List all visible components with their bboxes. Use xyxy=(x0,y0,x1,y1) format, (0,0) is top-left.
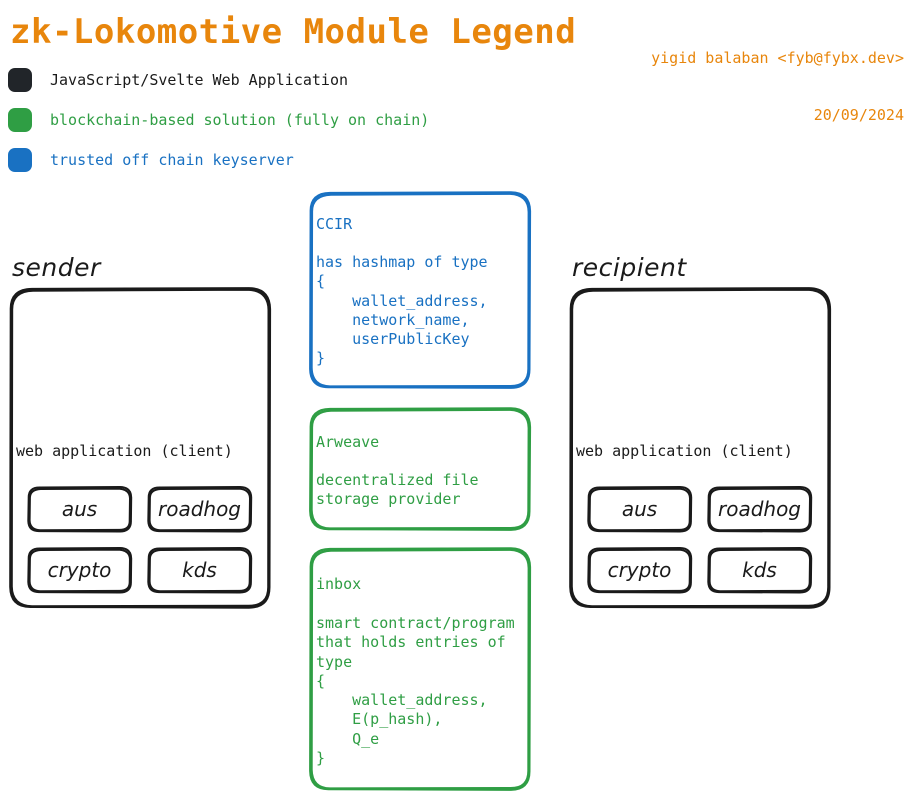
legend-label-blockchain: blockchain-based solution (fully on chai… xyxy=(50,111,430,129)
sender-module-roadhog[interactable]: roadhog xyxy=(148,497,251,521)
legend-item-blockchain: blockchain-based solution (fully on chai… xyxy=(8,108,429,132)
legend-label-keyserver: trusted off chain keyserver xyxy=(50,151,294,169)
legend-swatch-javascript xyxy=(8,68,32,92)
legend-item-javascript: JavaScript/Svelte Web Application xyxy=(8,68,348,92)
recipient-module-aus[interactable]: aus xyxy=(588,497,691,521)
credit-block: yigid balaban <fyb@fybx.dev> 20/09/2024 xyxy=(651,11,904,144)
arweave-box-title: Arweave xyxy=(316,433,380,451)
legend-label-javascript: JavaScript/Svelte Web Application xyxy=(50,71,349,89)
sender-module-kds[interactable]: kds xyxy=(148,558,251,582)
sender-client-label: web application (client) xyxy=(16,442,233,460)
recipient-module-crypto[interactable]: crypto xyxy=(588,558,691,582)
recipient-module-kds[interactable]: kds xyxy=(708,558,811,582)
sender-group-label: sender xyxy=(12,253,101,282)
author-text: yigid balaban <fyb@fybx.dev> xyxy=(651,49,904,67)
recipient-group-label: recipient xyxy=(572,253,687,282)
page-title: zk-Lokomotive Module Legend xyxy=(10,12,577,52)
recipient-client-label: web application (client) xyxy=(576,442,793,460)
arweave-box-outline xyxy=(309,407,532,531)
legend-item-keyserver: trusted off chain keyserver xyxy=(8,148,294,172)
ccir-box-body: has hashmap of type { wallet_address, ne… xyxy=(316,253,488,368)
inbox-box-title: inbox xyxy=(316,575,362,593)
date-text: 20/09/2024 xyxy=(813,106,904,124)
legend-swatch-blockchain xyxy=(8,108,32,132)
arweave-box-body: decentralized file storage provider xyxy=(316,471,479,509)
sender-module-aus[interactable]: aus xyxy=(28,497,131,521)
legend-swatch-keyserver xyxy=(8,148,32,172)
recipient-module-roadhog[interactable]: roadhog xyxy=(708,497,811,521)
inbox-box-body: smart contract/program that holds entrie… xyxy=(316,614,515,768)
ccir-box-title: CCIR xyxy=(316,215,353,233)
sender-module-crypto[interactable]: crypto xyxy=(28,558,131,582)
